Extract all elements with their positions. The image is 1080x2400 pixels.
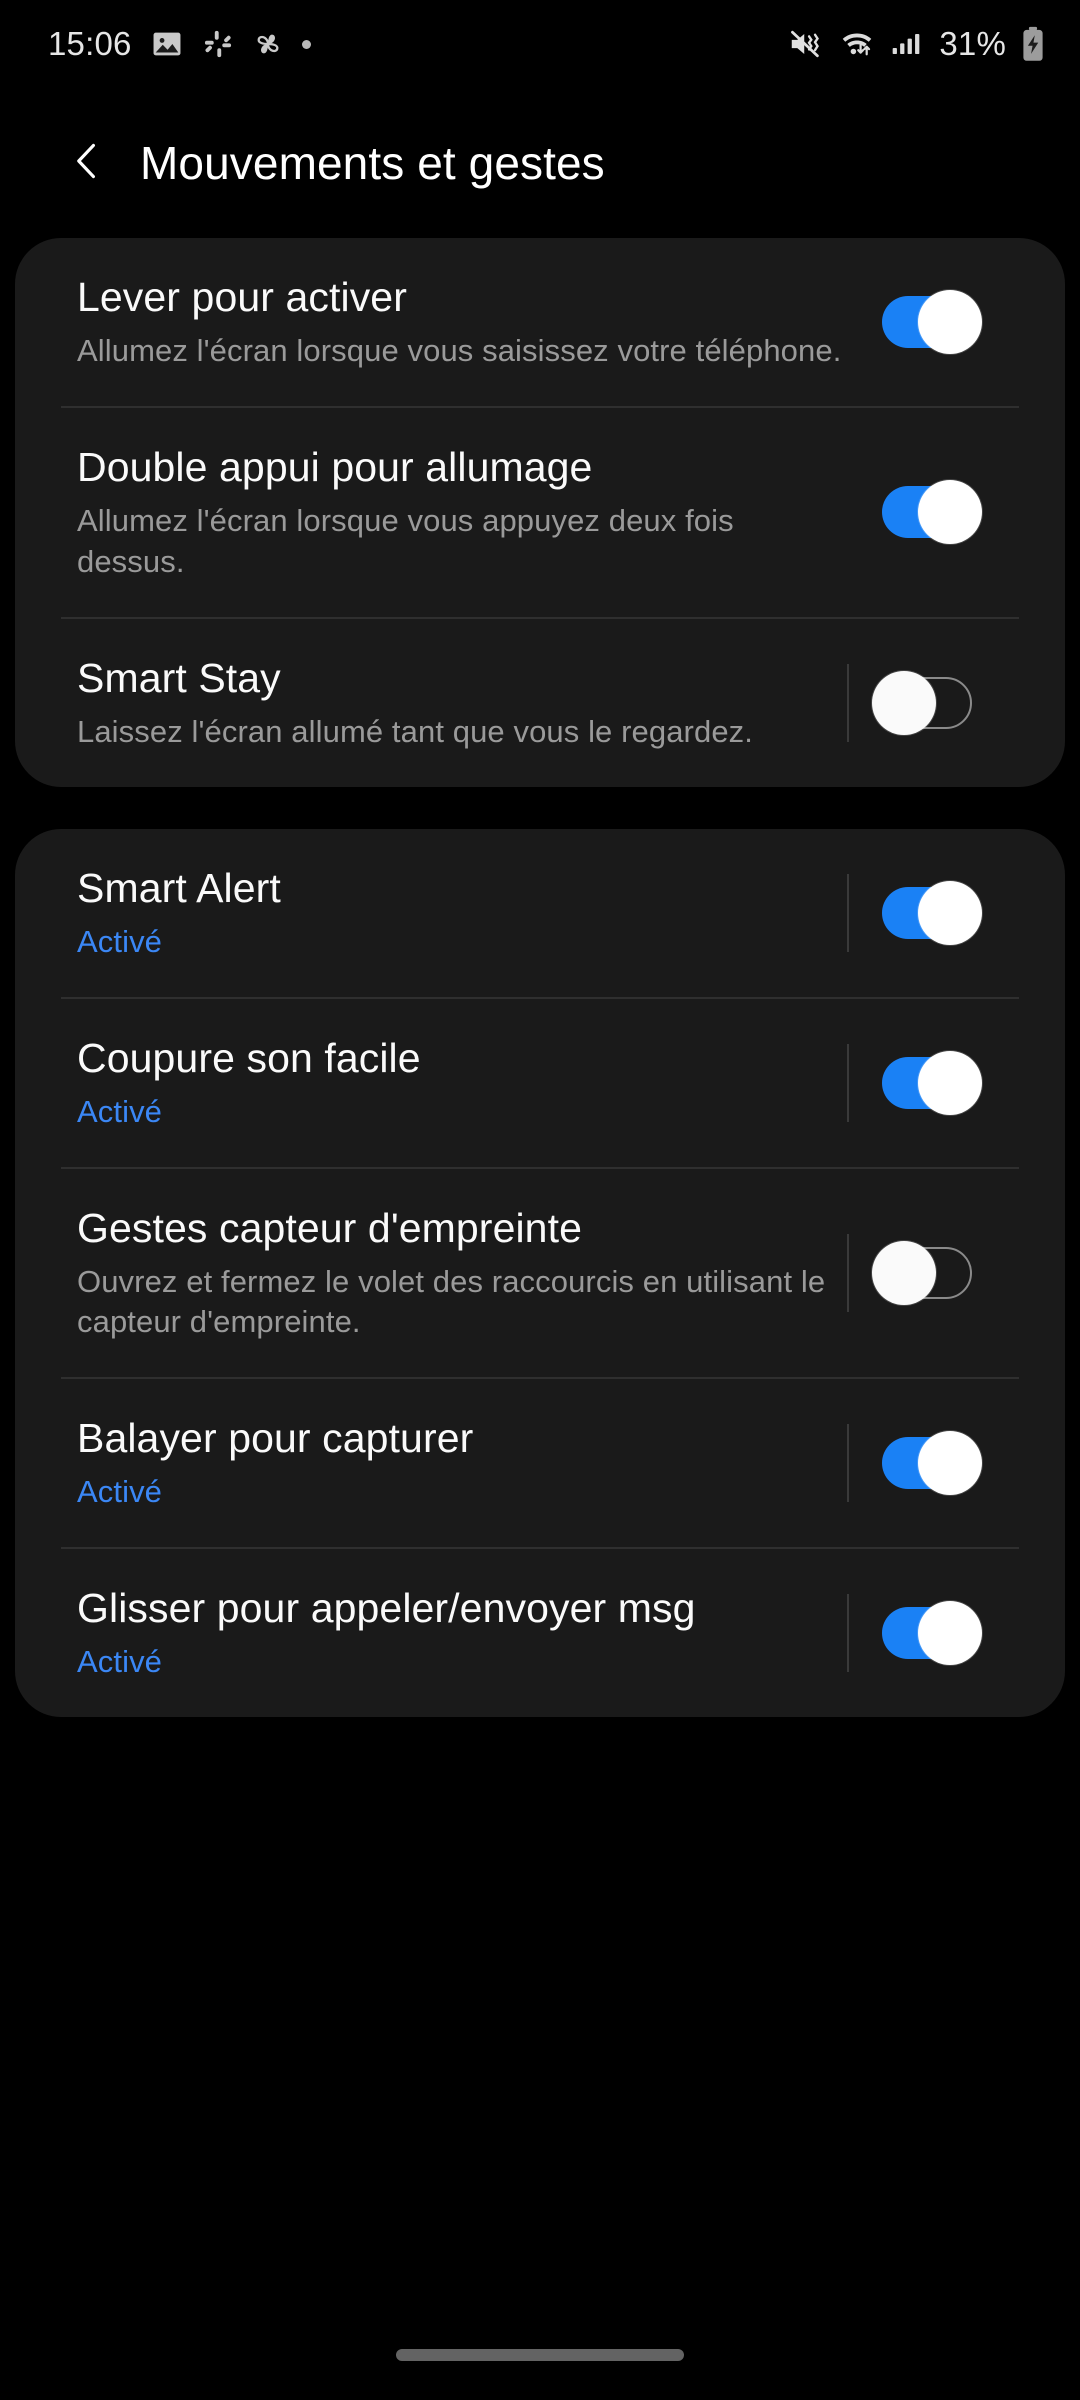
row-control bbox=[847, 1424, 1065, 1503]
back-button[interactable] bbox=[56, 132, 118, 194]
toggle-knob bbox=[918, 480, 982, 545]
row-status-label: Activé bbox=[77, 1474, 163, 1510]
toggle-switch-gestes-capteur-empreinte[interactable] bbox=[872, 1240, 972, 1305]
row-control bbox=[847, 1043, 1065, 1122]
vertical-divider bbox=[847, 1043, 849, 1122]
row-status-label: Activé bbox=[77, 923, 163, 959]
row-description: Allumez l'écran lorsque vous saisissez v… bbox=[77, 333, 842, 369]
row-title: Lever pour activer bbox=[77, 274, 407, 320]
wifi-icon bbox=[839, 27, 875, 61]
status-bar-right: 31% bbox=[789, 25, 1046, 63]
battery-percent-label: 31% bbox=[939, 25, 1006, 62]
vertical-divider bbox=[847, 473, 849, 551]
status-bar-clock: 15:06 bbox=[48, 25, 132, 62]
vertical-divider bbox=[847, 663, 849, 742]
setting-row-lever-pour-activer[interactable]: Lever pour activer Allumez l'écran lorsqu… bbox=[15, 238, 1065, 406]
row-title: Smart Alert bbox=[77, 864, 281, 911]
row-text-block: Coupure son facile Activé bbox=[77, 999, 847, 1167]
status-bar-left: 15:06 bbox=[48, 25, 311, 63]
row-title: Glisser pour appeler/envoyer msg bbox=[77, 1585, 696, 1632]
row-control bbox=[847, 873, 1065, 952]
row-title: Double appui pour allumage bbox=[77, 443, 593, 490]
mute-vibrate-icon bbox=[789, 27, 825, 61]
home-gesture-pill[interactable] bbox=[396, 2349, 684, 2361]
toggle-switch-balayer-pour-capturer[interactable] bbox=[882, 1431, 982, 1496]
setting-row-smart-stay[interactable]: Smart Stay Laissez l'écran allumé tant qu… bbox=[15, 619, 1065, 787]
toggle-switch-smart-alert[interactable] bbox=[882, 880, 982, 945]
row-description: Laissez l'écran allumé tant que vous le … bbox=[77, 713, 753, 749]
row-title: Balayer pour capturer bbox=[77, 1415, 474, 1462]
setting-row-double-appui-pour-allumage[interactable]: Double appui pour allumage Allumez l'écra… bbox=[15, 408, 1065, 617]
vertical-divider bbox=[847, 283, 849, 361]
toggle-switch-double-appui-pour-allumage[interactable] bbox=[882, 480, 982, 545]
setting-row-smart-alert[interactable]: Smart Alert Activé bbox=[15, 829, 1065, 997]
vertical-divider bbox=[847, 1594, 849, 1673]
toggle-switch-smart-stay[interactable] bbox=[872, 670, 972, 735]
toggle-switch-glisser-pour-appeler-envoyer-msg[interactable] bbox=[882, 1601, 982, 1666]
dot-icon bbox=[301, 39, 311, 49]
row-control bbox=[847, 283, 1065, 361]
row-title: Coupure son facile bbox=[77, 1034, 421, 1081]
pinwheel-icon bbox=[252, 28, 284, 60]
row-description: Allumez l'écran lorsque vous appuyez deu… bbox=[77, 502, 734, 579]
toggle-knob bbox=[918, 1601, 982, 1666]
title-bar: Mouvements et gestes bbox=[0, 88, 1080, 238]
row-control bbox=[847, 1233, 1065, 1312]
row-status-label: Activé bbox=[77, 1644, 163, 1680]
row-text-block: Gestes capteur d'empreinte Ouvrez et ferm… bbox=[77, 1169, 847, 1378]
vertical-divider bbox=[847, 1424, 849, 1503]
row-description: Ouvrez et fermez le volet des raccourcis… bbox=[77, 1263, 826, 1340]
row-control bbox=[847, 473, 1065, 551]
row-status-label: Activé bbox=[77, 1093, 163, 1129]
image-icon bbox=[150, 27, 184, 61]
settings-screen: 15:06 31% Mouvements et gestes Lever pou… bbox=[0, 0, 1080, 2400]
settings-list: Lever pour activer Allumez l'écran lorsqu… bbox=[0, 238, 1080, 1759]
page-title: Mouvements et gestes bbox=[140, 137, 605, 189]
row-control bbox=[847, 1594, 1065, 1673]
toggle-knob bbox=[918, 1431, 982, 1496]
setting-row-balayer-pour-capturer[interactable]: Balayer pour capturer Activé bbox=[15, 1379, 1065, 1547]
row-text-block: Smart Alert Activé bbox=[77, 829, 847, 997]
motion-gestures-group: Smart Alert Activé Coupure son facile Activ… bbox=[15, 828, 1065, 1718]
row-text-block: Smart Stay Laissez l'écran allumé tant qu… bbox=[77, 619, 847, 787]
setting-row-gestes-capteur-empreinte[interactable]: Gestes capteur d'empreinte Ouvrez et ferm… bbox=[15, 1169, 1065, 1378]
row-text-block: Double appui pour allumage Allumez l'écra… bbox=[77, 408, 847, 617]
row-text-block: Balayer pour capturer Activé bbox=[77, 1379, 847, 1547]
toggle-knob bbox=[918, 1050, 982, 1115]
toggle-switch-coupure-son-facile[interactable] bbox=[882, 1050, 982, 1115]
vertical-divider bbox=[847, 1233, 849, 1312]
row-text-block: Lever pour activer Allumez l'écran lorsqu… bbox=[77, 238, 847, 406]
navigation-bar bbox=[0, 2310, 1080, 2400]
slack-icon bbox=[202, 28, 234, 60]
toggle-switch-lever-pour-activer[interactable] bbox=[882, 289, 982, 354]
status-bar: 15:06 31% bbox=[0, 0, 1080, 88]
row-title: Smart Stay bbox=[77, 654, 281, 701]
row-title: Gestes capteur d'empreinte bbox=[77, 1204, 582, 1251]
toggle-knob bbox=[872, 670, 936, 735]
chevron-left-icon bbox=[65, 139, 109, 188]
screen-gestures-group: Lever pour activer Allumez l'écran lorsqu… bbox=[15, 238, 1065, 787]
toggle-knob bbox=[918, 880, 982, 945]
vertical-divider bbox=[847, 873, 849, 952]
setting-row-coupure-son-facile[interactable]: Coupure son facile Activé bbox=[15, 999, 1065, 1167]
battery-charging-icon bbox=[1020, 26, 1046, 62]
signal-bars-icon bbox=[889, 28, 923, 60]
setting-row-glisser-pour-appeler-envoyer-msg[interactable]: Glisser pour appeler/envoyer msg Activé bbox=[15, 1549, 1065, 1717]
toggle-knob bbox=[872, 1240, 936, 1305]
row-control bbox=[847, 663, 1065, 742]
toggle-knob bbox=[918, 289, 982, 354]
row-text-block: Glisser pour appeler/envoyer msg Activé bbox=[77, 1549, 847, 1717]
